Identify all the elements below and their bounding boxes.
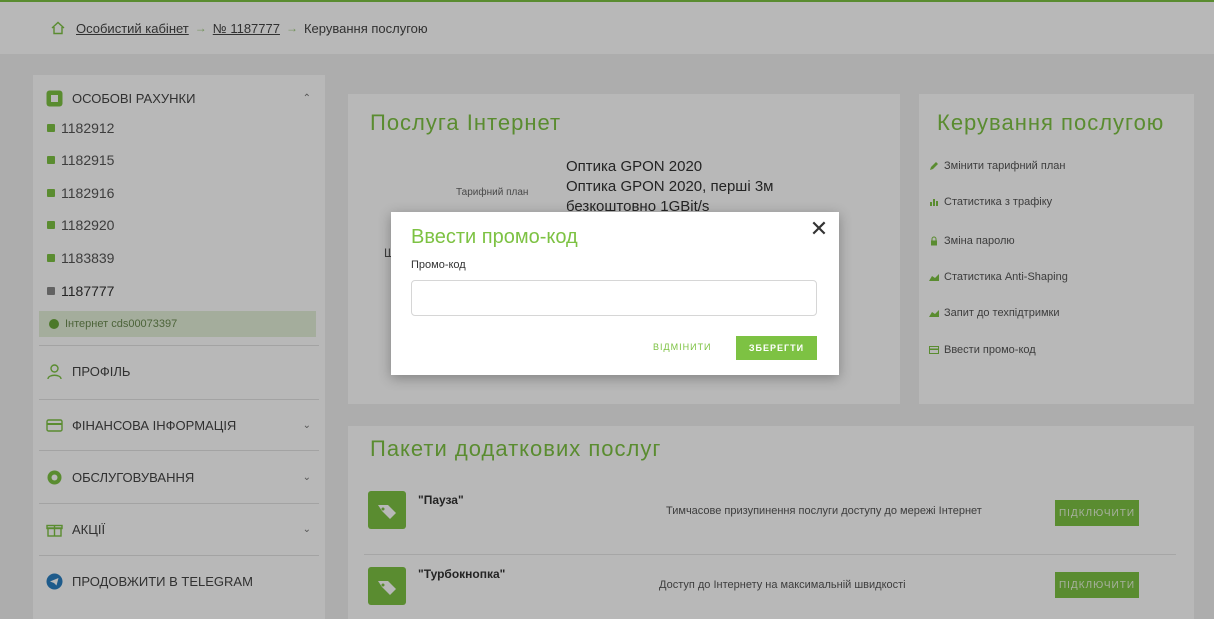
close-icon[interactable]: ✕ xyxy=(809,218,829,240)
promo-code-input[interactable] xyxy=(411,280,817,316)
cancel-button[interactable]: ВІДМІНИТИ xyxy=(653,342,712,352)
modal-title: Ввести промо-код xyxy=(411,226,578,248)
page: Особистий кабінет → № 1187777 → Керуванн… xyxy=(0,0,1214,619)
promo-code-label: Промо-код xyxy=(411,259,466,271)
save-button[interactable]: ЗБЕРЕГТИ xyxy=(736,336,817,360)
promo-code-modal: Ввести промо-код ✕ Промо-код ВІДМІНИТИ З… xyxy=(391,212,839,375)
